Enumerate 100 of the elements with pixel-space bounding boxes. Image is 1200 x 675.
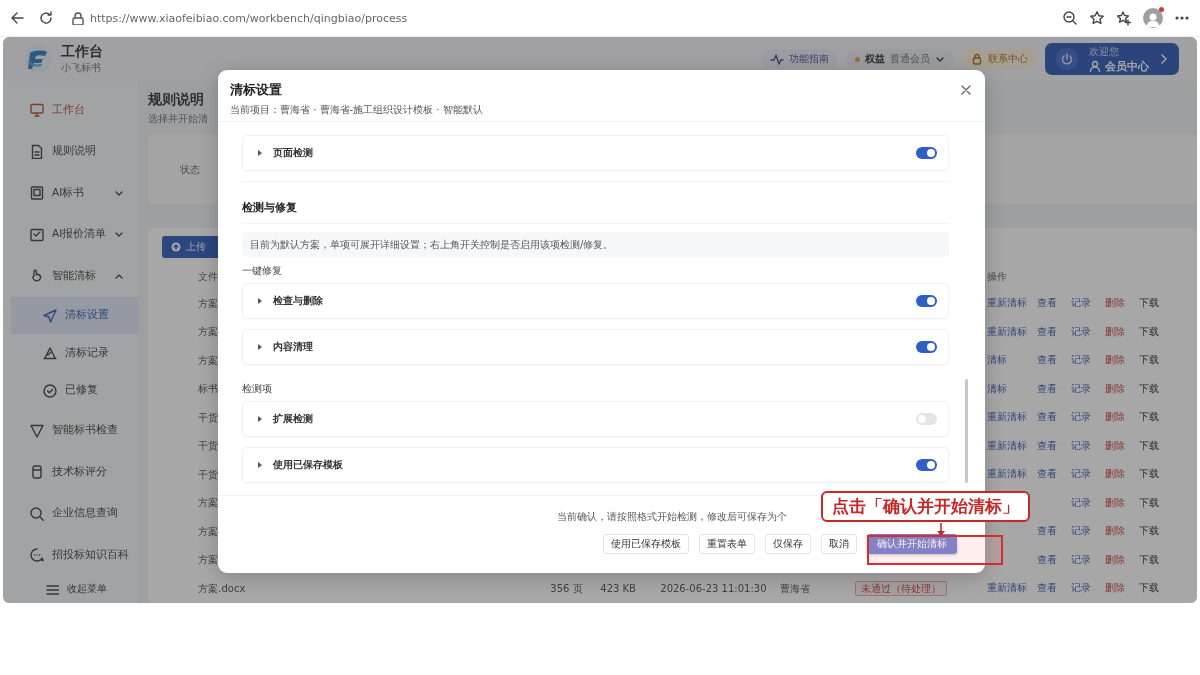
action-link[interactable]: 记录 <box>1071 297 1092 311</box>
setting-row[interactable]: 页面检测 <box>242 135 949 171</box>
action-link[interactable]: 删除 <box>1105 411 1126 425</box>
action-link[interactable]: 清标 <box>987 382 1008 396</box>
action-link[interactable]: 查看 <box>1037 582 1058 596</box>
sidebar-item[interactable]: 技术标评分 <box>11 450 139 493</box>
action-link[interactable]: 查看 <box>1037 439 1058 453</box>
toggle-switch[interactable] <box>916 147 937 159</box>
setting-row[interactable]: 扩展检测 <box>242 401 949 437</box>
reload-icon <box>38 10 54 26</box>
setting-row[interactable]: 内容清理 <box>242 329 949 365</box>
action-link[interactable]: 下载 <box>1139 297 1160 311</box>
sidebar-item[interactable]: 企业信息查询 <box>11 492 139 534</box>
action-link[interactable]: 下载 <box>1139 496 1160 510</box>
toggle-switch[interactable] <box>916 295 937 307</box>
action-link[interactable]: 重新清标 <box>987 582 1028 596</box>
lock-icon <box>971 53 983 65</box>
zoom-icon <box>1062 10 1078 26</box>
action-link[interactable]: 下载 <box>1139 525 1160 539</box>
action-link[interactable]: 下载 <box>1139 582 1160 596</box>
action-link[interactable]: 查看 <box>1037 297 1058 311</box>
expand-triangle-icon <box>257 149 263 157</box>
dialog-button[interactable]: 仅保存 <box>765 534 811 554</box>
action-link[interactable]: 清标 <box>987 354 1008 368</box>
action-link[interactable]: 删除 <box>1105 582 1126 596</box>
action-link[interactable]: 删除 <box>1105 525 1126 539</box>
sidebar-item[interactable]: AI标书 <box>11 172 139 214</box>
table-cell-text: 干货 <box>197 410 219 425</box>
sidebar-item[interactable]: AI报价清单 <box>11 213 139 256</box>
action-link[interactable]: 删除 <box>1105 382 1126 396</box>
sidebar-item[interactable]: 智能清标 <box>11 255 139 297</box>
action-link[interactable]: 记录 <box>1071 496 1092 510</box>
action-link[interactable]: 记录 <box>1071 382 1092 396</box>
logo-icon <box>23 44 53 74</box>
action-link[interactable]: 记录 <box>1071 439 1092 453</box>
action-link[interactable]: 查看 <box>1037 468 1058 482</box>
sidebar-item[interactable]: 已修复 <box>11 371 139 410</box>
dialog-button[interactable]: 重置表单 <box>699 534 755 554</box>
sidebar-item[interactable]: 清标记录 <box>11 334 139 372</box>
close-icon <box>961 85 971 95</box>
sidebar-item[interactable]: 规则说明 <box>11 130 139 173</box>
expand-triangle-icon <box>257 343 263 351</box>
address-bar[interactable]: https://www.xiaofeibiao.com/workbench/qingbiao/process <box>62 5 416 31</box>
action-link[interactable]: 查看 <box>1037 553 1058 567</box>
table-cell-text: 方案 <box>197 524 219 539</box>
action-link[interactable]: 记录 <box>1071 354 1092 368</box>
member-center-button[interactable]: 欢迎您 会员中心 <box>1045 43 1179 75</box>
setting-row[interactable]: 使用已保存模板 <box>242 447 949 483</box>
action-link[interactable]: 重新清标 <box>987 468 1028 482</box>
action-link[interactable]: 重新清标 <box>987 325 1028 339</box>
action-link[interactable]: 记录 <box>1071 325 1092 339</box>
action-link[interactable]: 下载 <box>1139 325 1160 339</box>
back-icon <box>10 10 26 26</box>
toggle-switch[interactable] <box>916 459 937 471</box>
action-link[interactable]: 删除 <box>1105 297 1126 311</box>
collapse-menu-button[interactable]: 收起菜单 <box>11 575 139 603</box>
hand-icon <box>29 268 44 284</box>
action-link[interactable]: 重新清标 <box>987 297 1028 311</box>
sidebar-item[interactable]: 智能标书检查 <box>11 409 139 451</box>
sidebar-item[interactable]: 工作台 <box>11 89 139 131</box>
action-link[interactable]: 记录 <box>1071 582 1092 596</box>
action-link[interactable]: 查看 <box>1037 525 1058 539</box>
plan-dropdown[interactable]: 权益 普通会员 <box>846 49 954 69</box>
action-link[interactable]: 下载 <box>1139 439 1160 453</box>
action-link[interactable]: 下载 <box>1139 553 1160 567</box>
action-link[interactable]: 查看 <box>1037 325 1058 339</box>
action-link[interactable]: 记录 <box>1071 411 1092 425</box>
action-link[interactable]: 下载 <box>1139 354 1160 368</box>
close-button[interactable] <box>959 83 973 97</box>
action-link[interactable]: 重新清标 <box>987 439 1028 453</box>
toggle-switch[interactable] <box>916 341 937 353</box>
action-link[interactable]: 记录 <box>1071 525 1092 539</box>
info-note: 目前为默认方案，单项可展开详细设置；右上角开关控制是否启用该项检测/修复。 <box>242 232 949 257</box>
action-link[interactable]: 删除 <box>1105 439 1126 453</box>
action-link[interactable]: 查看 <box>1037 354 1058 368</box>
action-link[interactable]: 重新清标 <box>987 411 1028 425</box>
action-link[interactable]: 下载 <box>1139 382 1160 396</box>
action-link[interactable]: 查看 <box>1037 382 1058 396</box>
action-link[interactable]: 删除 <box>1105 496 1126 510</box>
confirm-button[interactable]: 确认并开始清标 <box>867 534 957 554</box>
action-link[interactable]: 下载 <box>1139 411 1160 425</box>
sidebar-item[interactable]: 清标设置 <box>11 296 139 335</box>
search-icon <box>29 505 44 521</box>
setting-row[interactable]: 检查与删除 <box>242 283 949 319</box>
action-link[interactable]: 删除 <box>1105 468 1126 482</box>
action-link[interactable]: 删除 <box>1105 325 1126 339</box>
profile-avatar[interactable] <box>1143 8 1163 28</box>
scrollbar-thumb[interactable] <box>965 379 968 483</box>
toggle-switch[interactable] <box>916 413 937 425</box>
guide-button[interactable]: 功能指南 <box>761 49 838 69</box>
contact-button[interactable]: 联系中心 <box>962 49 1037 69</box>
dialog-button[interactable]: 取消 <box>821 534 857 554</box>
action-link[interactable]: 记录 <box>1071 468 1092 482</box>
dialog-button[interactable]: 使用已保存模板 <box>603 534 689 554</box>
action-link[interactable]: 删除 <box>1105 354 1126 368</box>
action-link[interactable]: 删除 <box>1105 553 1126 567</box>
action-link[interactable]: 记录 <box>1071 553 1092 567</box>
action-link[interactable]: 查看 <box>1037 411 1058 425</box>
action-link[interactable]: 下载 <box>1139 468 1160 482</box>
sidebar-item[interactable]: 招投标知识百科 <box>11 533 139 576</box>
